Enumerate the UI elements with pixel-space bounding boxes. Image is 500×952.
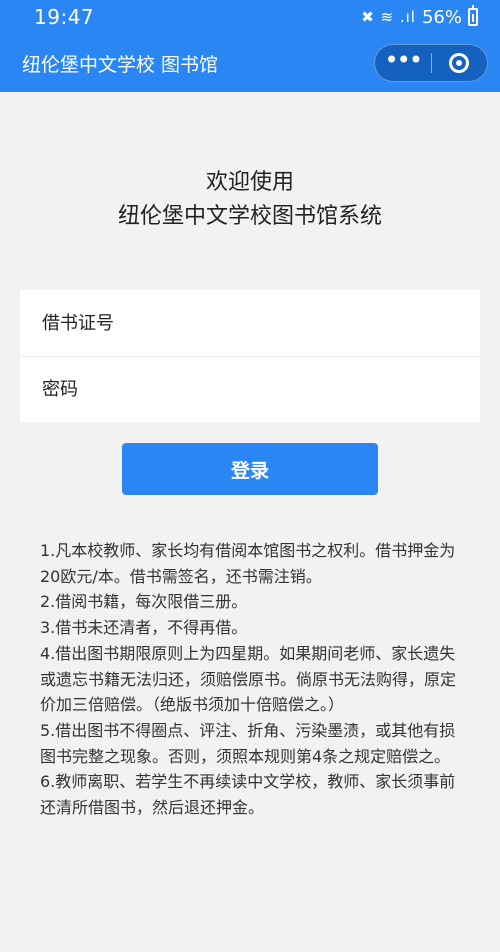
more-button[interactable]: ••• (375, 45, 431, 81)
rule-item: 6.教师离职、若学生不再续读中文学校，教师、家长须事前还清所借图书，然后退还押金… (40, 772, 456, 818)
more-dots-icon: ••• (384, 46, 423, 74)
welcome-line-2: 纽伦堡中文学校图书馆系统 (117, 204, 382, 229)
welcome-line-1: 欢迎使用 (205, 170, 294, 195)
card-number-field-row (20, 290, 480, 356)
password-field-row (20, 356, 480, 422)
rule-item: 5.借出图书不得圈点、评注、折角、污染墨渍，或其他有损图书完整之现象。否则，须照… (40, 720, 456, 766)
target-icon (449, 53, 470, 73)
rule-item: 1.凡本校教师、家长均有借阅本馆图书之权利。借书押金为20欧元/本。借书需签名，… (40, 541, 456, 586)
battery-percent: 56% (421, 6, 462, 28)
login-button[interactable]: 登录 (122, 443, 378, 495)
signal-icons: ✖ ≋ .ıl (361, 8, 416, 26)
page-title: 纽伦堡中文学校 图书馆 (22, 53, 219, 76)
password-input[interactable] (40, 378, 480, 401)
rule-item: 4.借出图书期限原则上为四星期。如果期间老师、家长遗失或遗忘书籍无法归还，须赔偿… (40, 643, 457, 715)
status-indicators: ✖ ≋ .ıl 56% (361, 5, 478, 28)
battery-icon (468, 5, 478, 26)
rule-item: 3.借书未还清者，不得再借。 (40, 618, 248, 638)
card-number-input[interactable] (40, 311, 480, 335)
welcome-heading: 欢迎使用 纽伦堡中文学校图书馆系统 (0, 166, 500, 234)
rule-item: 2.借阅书籍，每次限借三册。 (40, 592, 248, 612)
library-rules: 1.凡本校教师、家长均有借阅本馆图书之权利。借书押金为20欧元/本。借书需签名，… (40, 538, 464, 821)
miniprogram-capsule: ••• (374, 44, 488, 82)
close-button[interactable] (432, 45, 488, 81)
nav-bar: 纽伦堡中文学校 图书馆 ••• (0, 34, 500, 92)
status-time: 19:47 (34, 5, 95, 29)
login-form (20, 290, 480, 422)
status-bar: 19:47 ✖ ≋ .ıl 56% (0, 0, 500, 34)
